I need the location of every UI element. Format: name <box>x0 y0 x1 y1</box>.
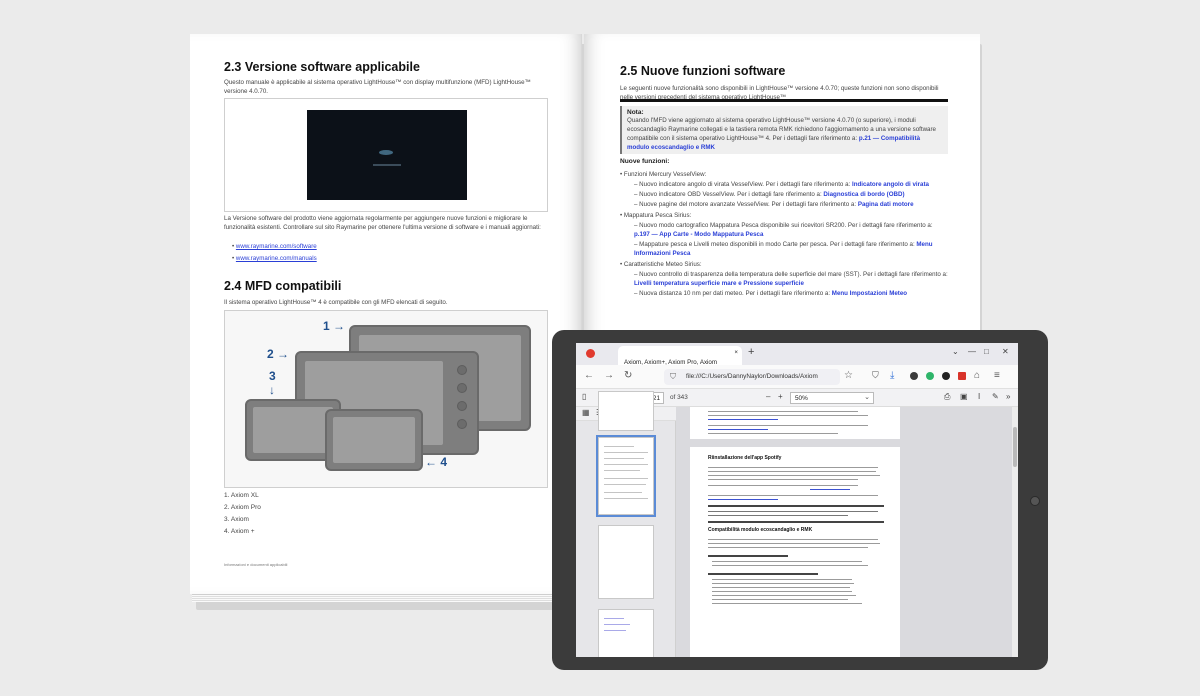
puzzle-icon[interactable]: ⌂ <box>974 370 980 381</box>
link-manuals[interactable]: • www.raymarine.com/manuals <box>232 254 317 263</box>
page-thumbnail[interactable] <box>598 525 654 599</box>
link-software[interactable]: • www.raymarine.com/software <box>232 242 317 251</box>
boot-progress <box>373 164 401 166</box>
feature-group: Caratteristiche Meteo Sirius: <box>620 260 950 269</box>
feature-item: Nuovo modo cartografico Mappatura Pesca … <box>634 221 950 239</box>
tablet: Axiom, Axiom+, Axiom Pro, Axiom × + ⌄ — … <box>552 330 1048 670</box>
close-window-icon[interactable]: ✕ <box>1002 347 1009 356</box>
feature-link[interactable]: Indicatore angolo di virata <box>852 181 929 188</box>
list-item: 1. Axiom XL <box>224 492 259 499</box>
feature-link[interactable]: Pagina dati motore <box>858 201 914 208</box>
section-23-body: La Versione software del prodotto viene … <box>224 215 541 231</box>
extension-icon[interactable] <box>958 372 966 380</box>
page-thumbnail[interactable] <box>598 609 654 657</box>
feature-item: Nuovo indicatore OBD VesselView. Per i d… <box>634 190 950 199</box>
list-item: 3. Axiom <box>224 516 249 523</box>
maximize-icon[interactable]: □ <box>984 347 989 356</box>
pdf-heading: Riinstallazione dell'app Spotify <box>708 455 782 461</box>
scrollbar-thumb[interactable] <box>1013 427 1017 467</box>
pocket-icon[interactable]: ⛉ <box>872 370 879 381</box>
download-icon[interactable]: ⤓ <box>890 370 894 381</box>
feature-item: Nuovo indicatore angolo di virata Vessel… <box>634 180 950 189</box>
scrollbar[interactable] <box>1012 407 1018 657</box>
software-screenshot <box>224 98 548 212</box>
mfd-axiom-plus <box>325 409 423 471</box>
pdf-heading-2: Compatibilità modulo ecoscandaglio e RMK <box>708 527 813 533</box>
list-item: 2. Axiom Pro <box>224 504 261 511</box>
callout-4: ← 4 <box>425 455 448 469</box>
note-body: Quando l'MFD viene aggiornato al sistema… <box>627 117 937 151</box>
browser-logo-icon[interactable] <box>586 349 595 358</box>
sidebar-toggle-icon[interactable]: ▯ <box>582 392 586 401</box>
feature-link[interactable]: Livelli temperatura superficie mare e Pr… <box>634 280 804 287</box>
tablet-screen: Axiom, Axiom+, Axiom Pro, Axiom × + ⌄ — … <box>576 343 1018 657</box>
reload-icon[interactable]: ↻ <box>624 370 632 381</box>
browser-nav-bar: ← → ↻ ⛉ file:///C:/Users/DannyNaylor/Dow… <box>576 365 1018 389</box>
page-footer: Informazioni e documenti applicabili <box>224 562 288 567</box>
feature-link[interactable]: Diagnostica di bordo (OBD) <box>823 191 904 198</box>
print-icon[interactable]: ⎙ <box>944 392 950 402</box>
new-tab-icon[interactable]: + <box>748 346 754 358</box>
feature-item: Mappature pesca e Livelli meteo disponib… <box>634 240 950 258</box>
back-icon[interactable]: ← <box>584 370 594 381</box>
address-bar[interactable]: ⛉ file:///C:/Users/DannyNaylor/Downloads… <box>664 369 840 385</box>
heading-rule <box>620 99 948 102</box>
section-25-title: 2.5 Nuove funzioni software <box>620 64 786 78</box>
boot-logo <box>379 150 393 155</box>
thumbnails-icon[interactable]: ▦ <box>582 408 590 417</box>
new-features-title: Nuove funzioni: <box>620 158 670 165</box>
zoom-in-icon[interactable]: + <box>778 392 783 401</box>
browser-tab[interactable]: Axiom, Axiom+, Axiom Pro, Axiom × <box>618 346 742 366</box>
section-24-title: 2.4 MFD compatibili <box>224 279 342 293</box>
extension-icon[interactable] <box>942 372 950 380</box>
mfd-boot-screen <box>307 110 467 200</box>
minimize-icon[interactable]: — <box>968 347 976 356</box>
page-total: of 343 <box>670 394 688 401</box>
mfd-illustration: 1 → 2 → 3 ↓ ← 4 <box>224 310 548 488</box>
callout-2: 2 → <box>267 347 290 361</box>
page-thumbnail[interactable] <box>596 435 656 517</box>
pdf-page-prev <box>690 407 900 439</box>
page-thumbnail[interactable] <box>598 391 654 431</box>
feature-group: Funzioni Mercury VesselView: <box>620 170 950 179</box>
bookmark-star-icon[interactable]: ☆ <box>844 370 853 381</box>
list-item: 4. Axiom + <box>224 528 255 535</box>
pdf-viewer[interactable]: Riinstallazione dell'app Spotify Compati… <box>676 407 1018 657</box>
feature-link[interactable]: p.197 — App Carte - Modo Mappatura Pesca <box>634 231 763 238</box>
shield-icon: ⛉ <box>670 372 676 381</box>
note-box: Nota: Quando l'MFD viene aggiornato al s… <box>620 106 948 154</box>
text-cursor-icon[interactable]: I <box>978 392 980 401</box>
save-icon[interactable]: ▣ <box>960 392 968 401</box>
feature-item: Nuove pagine del motore avanzate VesselV… <box>634 200 950 209</box>
draw-icon[interactable]: ✎ <box>992 392 999 401</box>
feature-item: Nuovo controllo di trasparenza della tem… <box>634 270 950 288</box>
callout-3: 3 ↓ <box>269 369 276 397</box>
forward-icon[interactable]: → <box>604 370 614 381</box>
extension-icon[interactable] <box>926 372 934 380</box>
close-icon[interactable]: × <box>734 349 738 356</box>
section-23-intro: Questo manuale è applicabile al sistema … <box>224 79 531 95</box>
feature-link[interactable]: Menu Impostazioni Meteo <box>832 290 907 297</box>
home-button[interactable] <box>1030 496 1040 506</box>
pdf-page-current: Riinstallazione dell'app Spotify Compati… <box>690 447 900 657</box>
browser-tab-bar: Axiom, Axiom+, Axiom Pro, Axiom × + ⌄ — … <box>576 343 1018 366</box>
chevron-down-icon[interactable]: ⌄ <box>952 347 959 356</box>
feature-group: Mappatura Pesca Sirius: <box>620 211 950 220</box>
note-title: Nota: <box>627 109 644 116</box>
feature-list: Funzioni Mercury VesselView:Nuovo indica… <box>620 168 950 298</box>
section-24-intro: Il sistema operativo LightHouse™ 4 è com… <box>224 299 448 306</box>
more-icon[interactable]: » <box>1006 392 1010 401</box>
feature-item: Nuova distanza 10 nm per dati meteo. Per… <box>634 289 950 298</box>
thumbnail-sidebar <box>576 391 676 657</box>
zoom-select[interactable]: 50% ⌄ <box>790 392 874 404</box>
page-edges-left <box>192 594 584 602</box>
callout-1: 1 → <box>323 319 346 333</box>
mfd-list: 1. Axiom XL 2. Axiom Pro 3. Axiom 4. Axi… <box>224 490 261 538</box>
menu-icon[interactable]: ≡ <box>994 370 1000 381</box>
zoom-out-icon[interactable]: – <box>766 392 770 401</box>
manual-page-left: 2.3 Versione software applicabile Questo… <box>190 34 582 594</box>
extension-icon[interactable] <box>910 372 918 380</box>
section-23-title: 2.3 Versione software applicabile <box>224 60 420 74</box>
url-text: file:///C:/Users/DannyNaylor/Downloads/A… <box>686 373 818 380</box>
